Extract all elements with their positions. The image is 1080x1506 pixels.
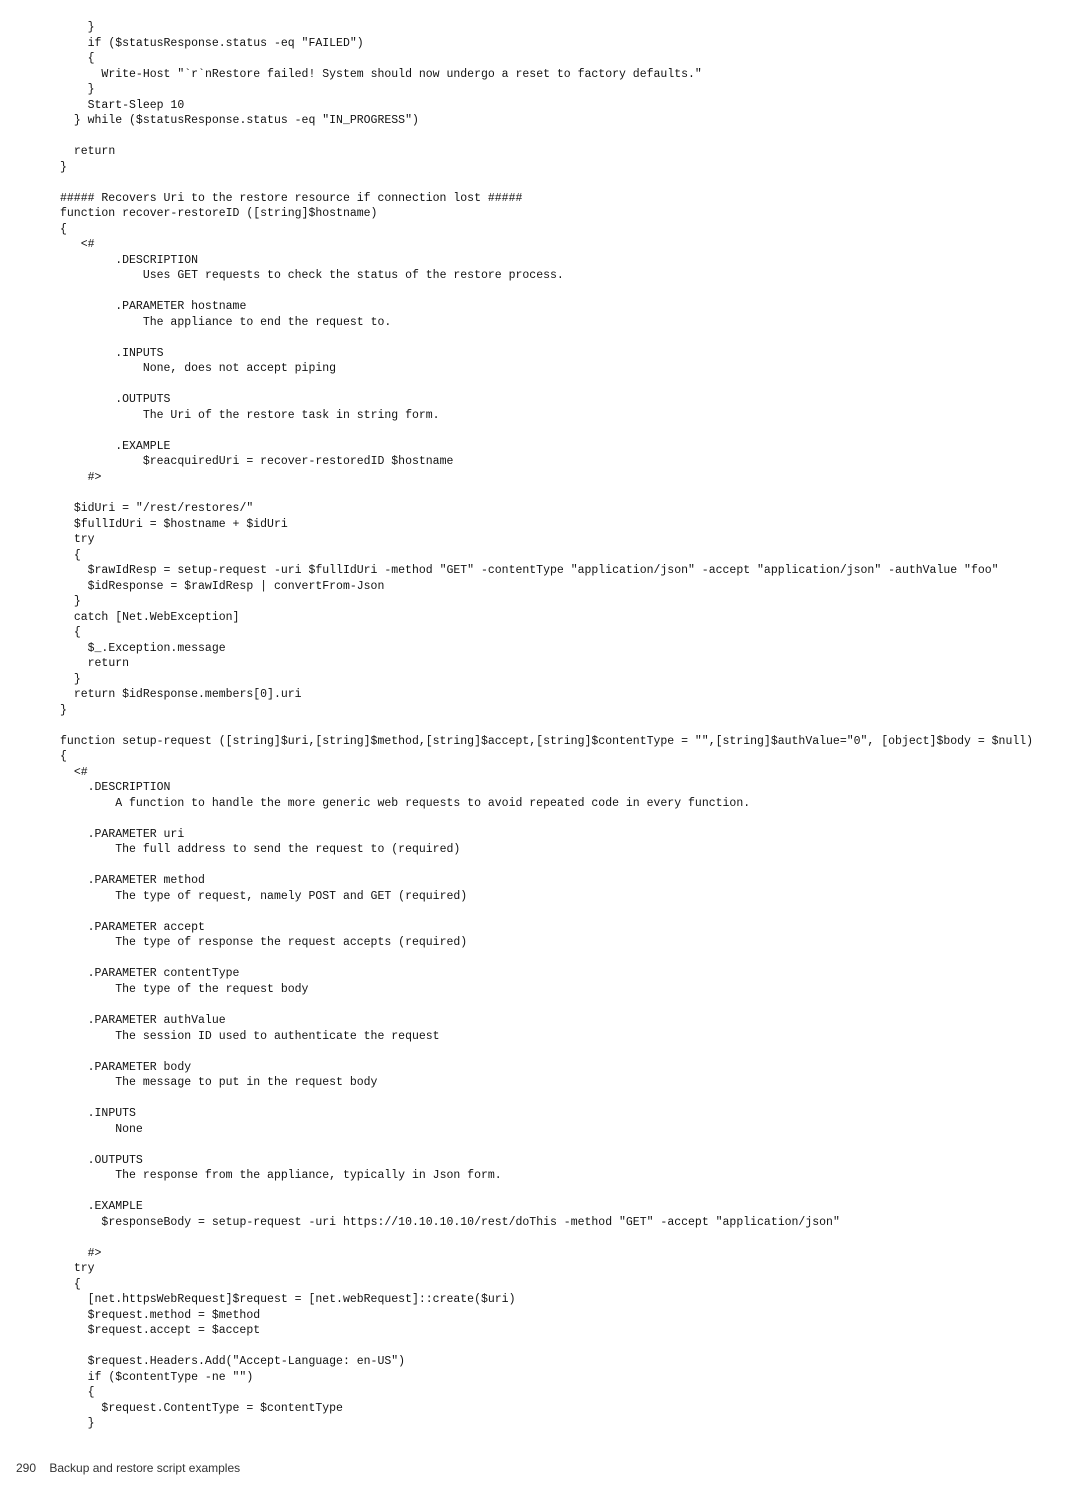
page-footer: 290 Backup and restore script examples bbox=[16, 1460, 1040, 1476]
page-container: } if ($statusResponse.status -eq "FAILED… bbox=[0, 0, 1080, 1506]
page-number: 290 bbox=[16, 1460, 36, 1476]
footer-title: Backup and restore script examples bbox=[49, 1461, 240, 1475]
code-block: } if ($statusResponse.status -eq "FAILED… bbox=[60, 20, 1040, 1432]
